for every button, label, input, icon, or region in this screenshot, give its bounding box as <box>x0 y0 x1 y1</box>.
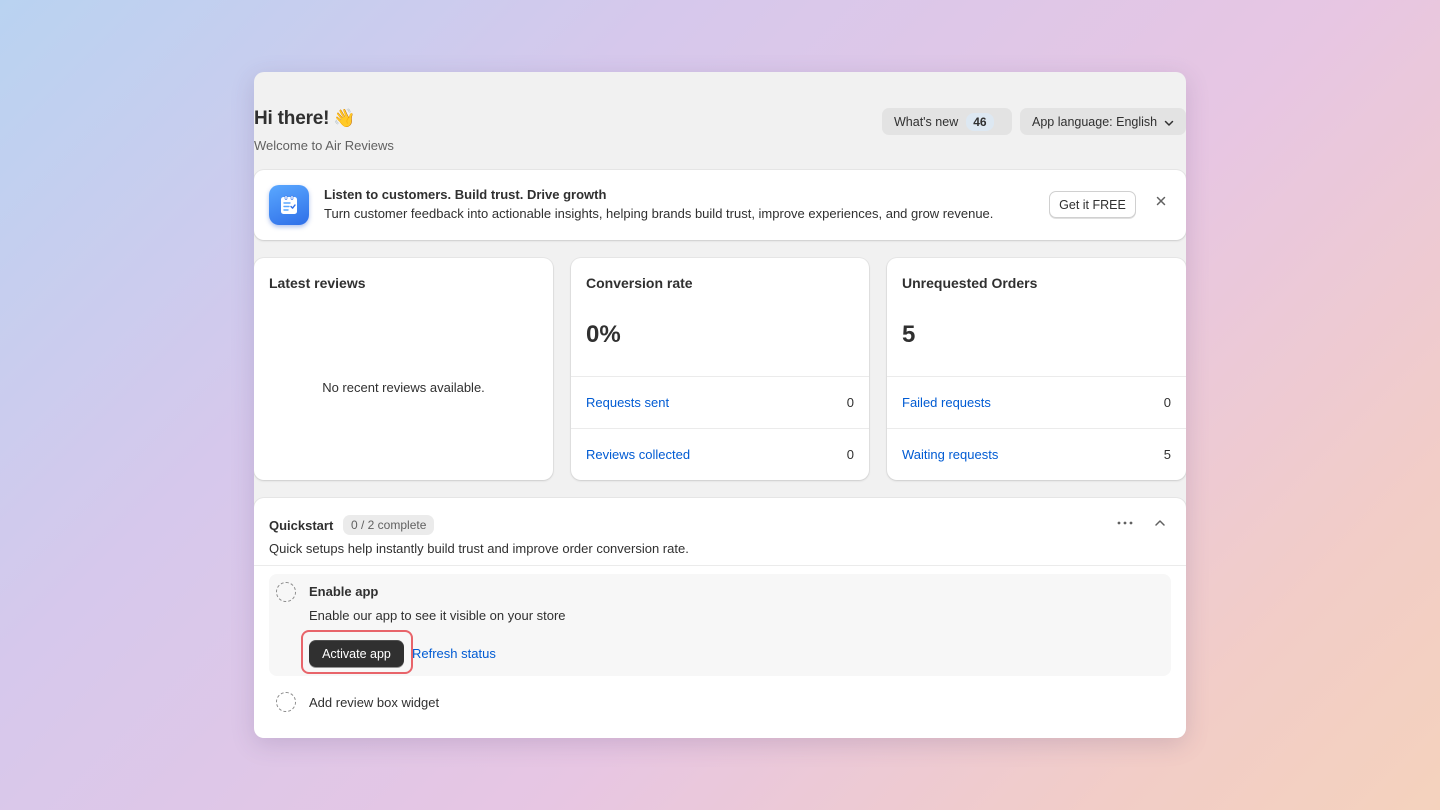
whats-new-button[interactable]: What's new 46 <box>882 108 1012 135</box>
quickstart-title: Quickstart <box>269 518 334 533</box>
waiting-requests-value: 5 <box>1163 447 1171 462</box>
stat-row: Reviews collected 0 <box>571 428 869 480</box>
incomplete-circle-icon[interactable] <box>276 582 296 602</box>
wave-emoji-icon: 👋 <box>333 108 356 128</box>
activate-app-button[interactable]: Activate app <box>309 640 404 667</box>
page-subtitle: Welcome to Air Reviews <box>254 138 394 153</box>
close-icon[interactable] <box>1154 194 1168 208</box>
incomplete-circle-icon[interactable] <box>276 692 296 712</box>
get-it-free-button[interactable]: Get it FREE <box>1049 191 1136 218</box>
refresh-status-link[interactable]: Refresh status <box>412 646 496 661</box>
promo-banner: Listen to customers. Build trust. Drive … <box>254 170 1186 240</box>
banner-description: Turn customer feedback into actionable i… <box>324 206 994 221</box>
greeting-text: Hi there! <box>254 108 330 129</box>
waiting-requests-link[interactable]: Waiting requests <box>902 447 998 462</box>
divider <box>254 565 1186 566</box>
more-options-icon[interactable] <box>1116 516 1134 530</box>
stat-row: Requests sent 0 <box>571 376 869 428</box>
app-language-select[interactable]: App language: English <box>1020 108 1186 135</box>
banner-title: Listen to customers. Build trust. Drive … <box>324 187 607 202</box>
failed-requests-link[interactable]: Failed requests <box>902 395 991 410</box>
app-window: Hi there! 👋 Welcome to Air Reviews What's… <box>254 72 1186 738</box>
empty-reviews-message: No recent reviews available. <box>322 380 485 395</box>
latest-reviews-card: Latest reviews No recent reviews availab… <box>254 258 553 480</box>
clipboard-checklist-icon <box>269 185 309 225</box>
requests-sent-value: 0 <box>846 395 854 410</box>
task-description: Enable our app to see it visible on your… <box>309 608 566 623</box>
task-enable-app: Enable app Enable our app to see it visi… <box>269 574 1171 676</box>
unrequested-orders-title: Unrequested Orders <box>902 275 1038 291</box>
failed-requests-value: 0 <box>1163 395 1171 410</box>
task-title: Enable app <box>309 584 379 599</box>
conversion-rate-value: 0% <box>586 321 621 348</box>
app-language-label: App language: English <box>1032 114 1158 129</box>
requests-sent-link[interactable]: Requests sent <box>586 395 669 410</box>
task-add-review-box-widget[interactable]: Add review box widget <box>309 695 439 710</box>
quickstart-card: Quickstart 0 / 2 complete Quick setups h… <box>254 498 1186 738</box>
quickstart-subtitle: Quick setups help instantly build trust … <box>269 541 689 556</box>
stat-row: Failed requests 0 <box>887 376 1186 428</box>
reviews-collected-link[interactable]: Reviews collected <box>586 447 690 462</box>
page-header: Hi there! 👋 Welcome to Air Reviews What's… <box>254 108 1186 158</box>
stat-row: Waiting requests 5 <box>887 428 1186 480</box>
unrequested-orders-card: Unrequested Orders 5 Failed requests 0 W… <box>887 258 1186 480</box>
conversion-rate-card: Conversion rate 0% Requests sent 0 Revie… <box>571 258 869 480</box>
chevron-down-icon <box>1164 117 1174 127</box>
quickstart-progress-badge: 0 / 2 complete <box>343 515 435 535</box>
unrequested-orders-value: 5 <box>902 321 916 348</box>
page-title: Hi there! 👋 <box>254 108 356 130</box>
whats-new-count-badge: 46 <box>966 112 994 131</box>
chevron-up-icon[interactable] <box>1153 516 1167 530</box>
latest-reviews-title: Latest reviews <box>269 275 366 291</box>
whats-new-label: What's new <box>894 114 959 129</box>
reviews-collected-value: 0 <box>846 447 854 462</box>
conversion-rate-title: Conversion rate <box>586 275 693 291</box>
